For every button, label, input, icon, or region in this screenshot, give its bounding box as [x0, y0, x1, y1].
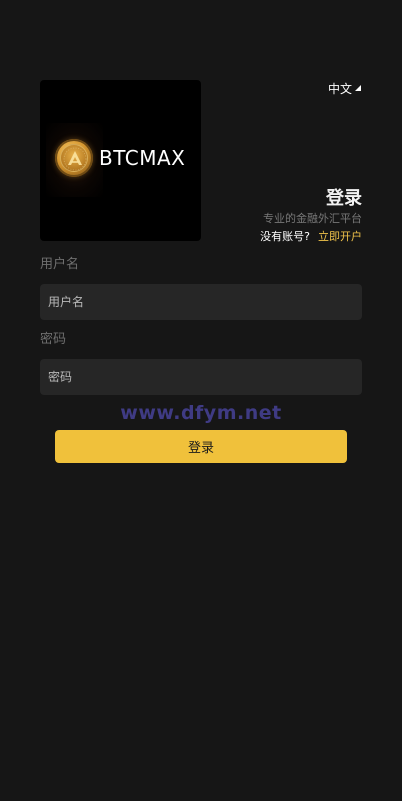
brand-logo: BTCMAX [40, 80, 201, 241]
coin-face [60, 144, 88, 172]
language-label: 中文 [327, 81, 352, 96]
coin-icon [55, 139, 93, 177]
caret-icon [355, 85, 361, 91]
username-input[interactable] [40, 284, 362, 320]
brand-name: BTCMAX [99, 146, 186, 170]
login-button[interactable]: 登录 [55, 430, 347, 463]
page-title: 登录 [326, 188, 362, 209]
page-subtitle: 专业的金融外汇平台 [263, 212, 362, 225]
watermark-text: www.dfym.net [120, 402, 282, 424]
language-selector[interactable]: 中文 [328, 80, 361, 96]
register-link[interactable]: 立即开户 [318, 230, 362, 243]
no-account-text: 没有账号? [260, 230, 310, 243]
signup-prompt: 没有账号? 立即开户 [260, 229, 362, 244]
coin-emblem-icon [63, 147, 87, 171]
username-label: 用户名 [40, 257, 80, 272]
password-label: 密码 [40, 332, 67, 347]
password-input[interactable] [40, 359, 362, 395]
login-page: BTCMAX 中文 登录 专业的金融外汇平台 没有账号?立即开户 用户名 密码 … [0, 0, 402, 801]
